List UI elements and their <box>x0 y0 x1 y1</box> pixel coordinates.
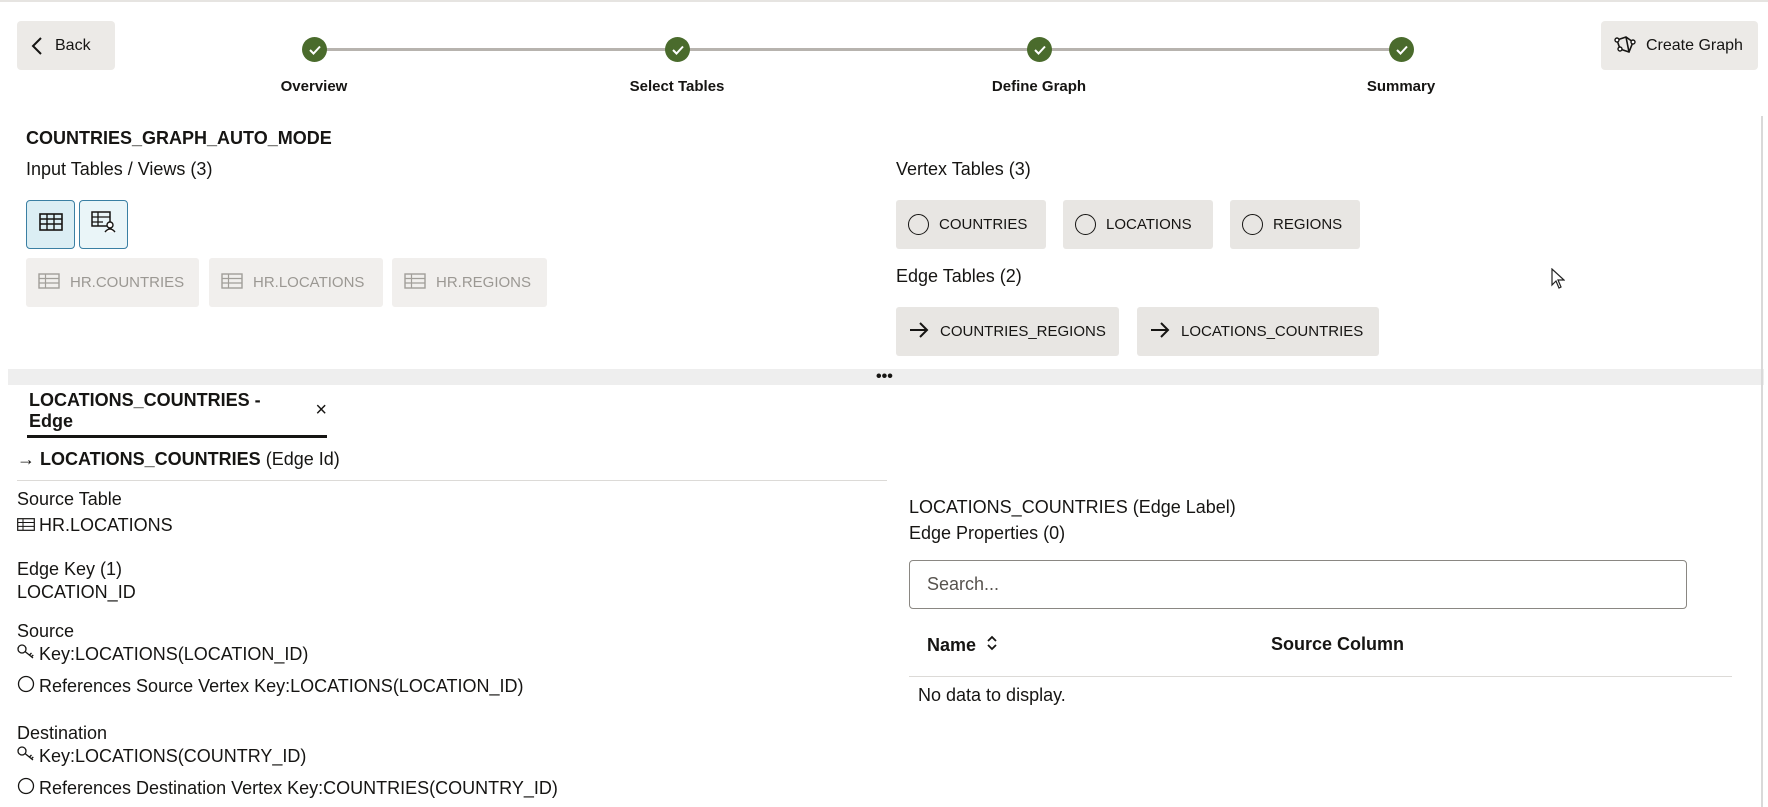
sort-icon[interactable] <box>986 634 998 657</box>
step-overview-check-icon[interactable] <box>302 37 327 62</box>
resize-handle-icon[interactable]: ••• <box>876 369 893 385</box>
empty-table-message: No data to display. <box>918 685 1066 705</box>
input-table-label: HR.LOCATIONS <box>253 274 365 291</box>
vertex-label: LOCATIONS <box>1106 216 1192 233</box>
vertex-circle-icon <box>17 777 35 800</box>
edge-key-value: LOCATION_ID <box>17 582 136 602</box>
vertex-circle-icon <box>1242 214 1263 235</box>
edge-tables-title: Edge Tables (2) <box>896 266 1022 286</box>
edge-chip-locations-countries[interactable]: LOCATIONS_COUNTRIES <box>1137 307 1379 356</box>
vertex-circle-icon <box>1075 214 1096 235</box>
vertex-tables-title: Vertex Tables (3) <box>896 159 1031 179</box>
vertex-chip-regions[interactable]: REGIONS <box>1230 200 1360 249</box>
mouse-cursor-icon <box>1551 267 1566 295</box>
vertex-chip-countries[interactable]: COUNTRIES <box>896 200 1046 249</box>
input-tables-title: Input Tables / Views (3) <box>26 159 213 179</box>
key-icon <box>17 746 35 767</box>
source-key-value: Key:LOCATIONS(LOCATION_ID) <box>39 644 309 664</box>
vertex-label: REGIONS <box>1273 216 1343 233</box>
source-label: Source <box>17 621 75 641</box>
create-graph-button[interactable]: Create Graph <box>1601 21 1758 70</box>
input-table-label: HR.REGIONS <box>436 274 532 291</box>
source-ref-row: References Source Vertex Key:LOCATIONS(L… <box>17 675 524 698</box>
graph-icon <box>1613 34 1637 58</box>
column-source-label: Source Column <box>1271 634 1405 654</box>
table-icon <box>221 272 243 293</box>
wizard-header: Back Overview Select Tables Define Graph… <box>0 0 1768 108</box>
vertex-chip-locations[interactable]: LOCATIONS <box>1063 200 1213 249</box>
close-icon[interactable]: × <box>315 399 327 422</box>
destination-ref-row: References Destination Vertex Key:COUNTR… <box>17 777 558 800</box>
edge-id-heading: → LOCATIONS_COUNTRIES (Edge Id) <box>17 449 340 470</box>
column-header-source-column[interactable]: Source Column <box>1271 634 1404 655</box>
table-icon <box>38 213 63 236</box>
step-label-select-tables[interactable]: Select Tables <box>630 78 725 95</box>
step-label-overview[interactable]: Overview <box>281 78 348 95</box>
column-header-name[interactable]: Name <box>927 634 998 657</box>
edge-chip-countries-regions[interactable]: COUNTRIES_REGIONS <box>896 307 1119 356</box>
step-select-tables-check-icon[interactable] <box>665 37 690 62</box>
input-table-chip[interactable]: HR.LOCATIONS <box>209 258 383 307</box>
table-header-divider <box>909 676 1732 677</box>
back-button[interactable]: Back <box>17 21 115 70</box>
step-label-define-graph[interactable]: Define Graph <box>992 78 1086 95</box>
edge-id-suffix: (Edge Id) <box>265 449 340 469</box>
destination-ref-value: References Destination Vertex Key:COUNTR… <box>39 778 558 798</box>
edge-key-label: Edge Key (1) <box>17 559 123 579</box>
source-table-value: HR.LOCATIONS <box>39 515 173 535</box>
arrow-right-icon <box>908 321 930 343</box>
edge-properties-title: Edge Properties (0) <box>909 523 1066 543</box>
graph-name: COUNTRIES_GRAPH_AUTO_MODE <box>26 128 332 148</box>
stepper-connector <box>679 48 1042 51</box>
divider <box>17 480 887 481</box>
vertex-label: COUNTRIES <box>939 216 1028 233</box>
create-graph-label: Create Graph <box>1646 36 1743 54</box>
table-icon <box>38 272 60 293</box>
arrow-right-icon: → <box>17 449 35 469</box>
arrow-right-icon <box>1149 321 1171 343</box>
edge-label: COUNTRIES_REGIONS <box>940 323 1106 340</box>
edge-label: LOCATIONS_COUNTRIES <box>1181 323 1364 340</box>
back-label: Back <box>55 36 91 54</box>
destination-key-value: Key:LOCATIONS(COUNTRY_ID) <box>39 746 307 766</box>
source-table-label: Source Table <box>17 489 122 509</box>
stepper-connector <box>316 48 679 51</box>
step-summary-check-icon[interactable] <box>1389 37 1414 62</box>
table-icon <box>17 515 35 536</box>
source-key-row: Key:LOCATIONS(LOCATION_ID) <box>17 644 308 665</box>
scrollbar[interactable] <box>1761 116 1763 807</box>
key-icon <box>17 644 35 665</box>
input-table-chip[interactable]: HR.COUNTRIES <box>26 258 199 307</box>
vertex-circle-icon <box>17 675 35 698</box>
source-ref-value: References Source Vertex Key:LOCATIONS(L… <box>39 676 524 696</box>
table-icon <box>404 272 426 293</box>
tab-label: LOCATIONS_COUNTRIES - Edge <box>29 389 261 431</box>
input-table-label: HR.COUNTRIES <box>70 274 185 291</box>
table-user-view-toggle[interactable] <box>79 200 128 249</box>
step-label-summary[interactable]: Summary <box>1367 78 1435 95</box>
vertex-circle-icon <box>908 214 929 235</box>
input-table-chip[interactable]: HR.REGIONS <box>392 258 547 307</box>
source-table-row: HR.LOCATIONS <box>17 515 173 536</box>
tab-locations-countries-edge[interactable]: LOCATIONS_COUNTRIES - Edge × <box>27 386 327 438</box>
edge-id-name: LOCATIONS_COUNTRIES <box>40 449 261 469</box>
table-user-icon <box>90 211 117 238</box>
stepper-connector <box>1042 48 1401 51</box>
step-define-graph-check-icon[interactable] <box>1027 37 1052 62</box>
properties-search-input[interactable] <box>909 560 1687 609</box>
edge-label-text: LOCATIONS_COUNTRIES (Edge Label) <box>909 497 1236 517</box>
destination-label: Destination <box>17 723 108 743</box>
column-name-label: Name <box>927 635 977 655</box>
table-view-toggle[interactable] <box>26 200 75 249</box>
chevron-left-icon <box>31 36 43 56</box>
destination-key-row: Key:LOCATIONS(COUNTRY_ID) <box>17 746 306 767</box>
